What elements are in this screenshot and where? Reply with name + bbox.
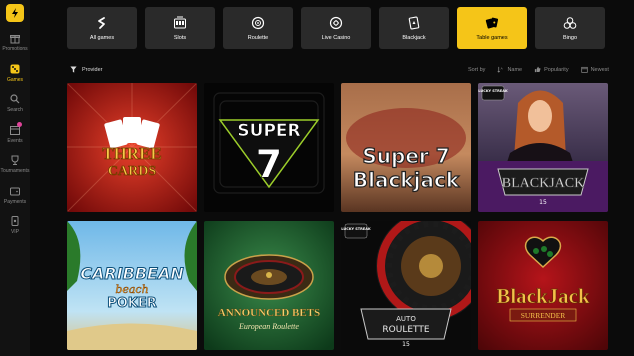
sort-option-label: Name (507, 66, 523, 73)
game-title: SUPER (237, 121, 300, 141)
sidebar-item-label: Promotions (2, 46, 28, 52)
game-tile-auto-roulette[interactable]: LUCKY STREAK AUTO ROULETTE 15 (341, 221, 471, 350)
game-thumbnail: CARIBBEAN beach POKER (67, 221, 197, 350)
sort-option-newest[interactable]: Newest (580, 66, 609, 73)
game-thumbnail: LUCKY STREAK BLACKJACK 15 (478, 83, 608, 212)
tab-label: Bingo (562, 34, 578, 41)
sidebar-item-label: Games (6, 77, 24, 83)
sidebar-item-tournaments[interactable]: Tournaments (0, 154, 30, 174)
tab-roulette[interactable]: Roulette (223, 7, 293, 49)
game-tile-three-cards[interactable]: THREE CARDS (67, 83, 197, 212)
tab-label: Slots (173, 34, 187, 41)
game-title: Super 7 (362, 144, 449, 168)
lightning-s-icon (98, 16, 105, 29)
sort-option-name[interactable]: A Name (497, 66, 522, 73)
sidebar-item-vip[interactable]: VIP (0, 215, 30, 235)
sidebar-item-events[interactable]: Events (0, 122, 30, 144)
table-number: 15 (539, 199, 547, 206)
game-subtitle: Blackjack (353, 168, 460, 192)
tab-label: Table games (476, 34, 508, 41)
tab-label: Live Casino (321, 34, 351, 41)
game-tile-announced-bets[interactable]: ANNOUNCED BETS European Roulette (204, 221, 334, 350)
game-thumbnail: ANNOUNCED BETS European Roulette (204, 221, 334, 350)
game-thumbnail: LUCKY STREAK AUTO ROULETTE 15 (341, 221, 471, 350)
game-subtitle: European Roulette (238, 322, 299, 331)
trophy-icon (11, 155, 19, 165)
game-title: BLACKJACK (502, 176, 584, 191)
tab-blackjack[interactable]: Blackjack (379, 7, 449, 49)
table-number: 15 (402, 341, 410, 348)
sort-option-popularity[interactable]: Popularity (534, 66, 569, 73)
svg-text:A: A (501, 67, 504, 71)
notification-dot (17, 122, 22, 127)
tab-label: All games (89, 34, 115, 41)
sort-alpha-icon: A (497, 67, 504, 73)
sidebar: Promotions Games Search Events Tournamen… (0, 0, 30, 356)
provider-filter[interactable]: Provider (70, 66, 102, 73)
provider-label: Provider (82, 66, 103, 73)
game-thumbnail: Super 7 Blackjack (341, 83, 471, 212)
provider-badge: LUCKY STREAK (478, 89, 508, 93)
lightning-logo-icon (12, 8, 18, 18)
tab-live-casino[interactable]: Live Casino (301, 7, 371, 49)
game-subtitle: 7 (256, 142, 282, 186)
live-casino-icon (329, 16, 343, 29)
game-thumbnail: THREE CARDS (67, 83, 197, 212)
sidebar-item-promotions[interactable]: Promotions (0, 32, 30, 52)
game-tile-caribbean-beach-poker[interactable]: CARIBBEAN beach POKER (67, 221, 197, 350)
sidebar-item-payments[interactable]: Payments (0, 185, 30, 205)
sidebar-item-label: Search (7, 107, 23, 113)
game-title: AUTO (396, 315, 416, 323)
game-subtitle: SURRENDER (521, 311, 566, 320)
tab-label: Blackjack (402, 34, 426, 41)
table-cards-icon (485, 17, 499, 29)
wallet-icon (10, 187, 20, 196)
game-subtitle: beach (115, 283, 148, 296)
calendar-icon (580, 66, 588, 73)
game-tile-super-7-blackjack[interactable]: Super 7 Blackjack (341, 83, 471, 212)
sort-option-label: Newest (590, 66, 609, 73)
game-tile-super-7[interactable]: SUPER 7 (204, 83, 334, 212)
game-subtitle-2: POKER (107, 296, 157, 311)
tab-all-games[interactable]: All games (67, 7, 137, 49)
game-subtitle: CARDS (108, 164, 156, 179)
game-tile-blackjack-surrender[interactable]: BlackJack SURRENDER (478, 221, 608, 350)
game-title: ANNOUNCED BETS (218, 307, 320, 319)
sort-bar: Sort by A Name Popularity Newest (468, 66, 621, 73)
bingo-balls-icon (563, 16, 577, 29)
search-icon (10, 94, 20, 104)
sidebar-item-games[interactable]: Games (0, 63, 30, 83)
gift-icon (10, 35, 20, 44)
roulette-icon (251, 16, 265, 29)
sidebar-item-label: Payments (3, 199, 27, 205)
game-thumbnail: BlackJack SURRENDER (478, 221, 608, 350)
funnel-icon (70, 66, 77, 73)
category-tabs: All games Slots Roulette Live Casino Bla… (67, 7, 605, 49)
sidebar-item-label: Events (7, 138, 23, 144)
thumbs-up-icon (534, 66, 541, 73)
tab-label: Roulette (247, 34, 269, 41)
game-title: BlackJack (496, 284, 590, 308)
vip-card-icon (11, 216, 19, 226)
blackjack-card-icon (408, 15, 420, 30)
casino-logo[interactable] (6, 4, 24, 22)
game-subtitle: ROULETTE (382, 325, 429, 335)
sort-option-label: Popularity (544, 66, 569, 73)
game-title: THREE (102, 144, 162, 163)
game-thumbnail: SUPER 7 (204, 83, 334, 212)
sort-by-label: Sort by (468, 66, 486, 73)
sidebar-item-label: Tournaments (0, 168, 30, 174)
provider-badge: LUCKY STREAK (341, 227, 371, 231)
dice-icon (10, 64, 20, 74)
tab-bingo[interactable]: Bingo (535, 7, 605, 49)
game-tile-blackjack-live[interactable]: LUCKY STREAK BLACKJACK 15 (478, 83, 608, 212)
sidebar-item-search[interactable]: Search (0, 93, 30, 113)
tab-table-games[interactable]: Table games (457, 7, 527, 49)
slot-machine-icon (174, 16, 186, 28)
tab-slots[interactable]: Slots (145, 7, 215, 49)
game-title: CARIBBEAN (80, 264, 184, 283)
sidebar-item-label: VIP (10, 229, 20, 235)
